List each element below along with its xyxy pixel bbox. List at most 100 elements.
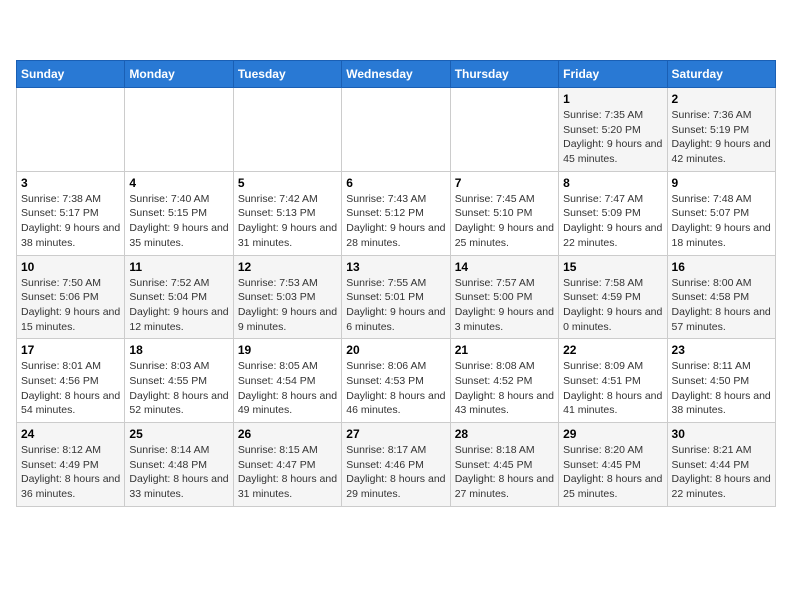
day-number: 12 — [238, 260, 337, 274]
day-number: 26 — [238, 427, 337, 441]
cell-w5-d6: 30 Sunrise: 8:21 AM Sunset: 4:44 PM Dayli… — [667, 423, 775, 507]
cell-w1-d0 — [17, 88, 125, 172]
cell-w4-d6: 23Sunrise: 8:11 AM Sunset: 4:50 PM Dayli… — [667, 339, 775, 423]
header-row: SundayMondayTuesdayWednesdayThursdayFrid… — [17, 61, 776, 88]
week-row-3: 10 Sunrise: 7:50 AM Sunset: 5:06 PM Dayli… — [17, 255, 776, 339]
day-number: 8 — [563, 176, 662, 190]
cell-w4-d2: 19 Sunrise: 8:05 AM Sunset: 4:54 PM Dayli… — [233, 339, 341, 423]
day-number: 6 — [346, 176, 445, 190]
cell-w1-d4 — [450, 88, 558, 172]
day-number: 16 — [672, 260, 771, 274]
cell-w3-d6: 16Sunrise: 8:00 AM Sunset: 4:58 PM Dayli… — [667, 255, 775, 339]
day-info: Sunrise: 8:21 AM Sunset: 4:44 PM Dayligh… — [672, 443, 771, 502]
day-number: 5 — [238, 176, 337, 190]
day-number: 20 — [346, 343, 445, 357]
day-info: Sunrise: 8:05 AM Sunset: 4:54 PM Dayligh… — [238, 359, 337, 418]
cell-w5-d2: 26 Sunrise: 8:15 AM Sunset: 4:47 PM Dayli… — [233, 423, 341, 507]
day-info: Sunrise: 7:48 AM Sunset: 5:07 PM Dayligh… — [672, 192, 771, 251]
header-friday: Friday — [559, 61, 667, 88]
day-info: Sunrise: 8:20 AM Sunset: 4:45 PM Dayligh… — [563, 443, 662, 502]
cell-w5-d1: 25 Sunrise: 8:14 AM Sunset: 4:48 PM Dayli… — [125, 423, 233, 507]
day-number: 2 — [672, 92, 771, 106]
day-info: Sunrise: 8:09 AM Sunset: 4:51 PM Dayligh… — [563, 359, 662, 418]
cell-w4-d3: 20 Sunrise: 8:06 AM Sunset: 4:53 PM Dayli… — [342, 339, 450, 423]
cell-w5-d0: 24 Sunrise: 8:12 AM Sunset: 4:49 PM Dayli… — [17, 423, 125, 507]
cell-w3-d2: 12 Sunrise: 7:53 AM Sunset: 5:03 PM Dayli… — [233, 255, 341, 339]
week-row-5: 24 Sunrise: 8:12 AM Sunset: 4:49 PM Dayli… — [17, 423, 776, 507]
day-number: 10 — [21, 260, 120, 274]
day-info: Sunrise: 8:06 AM Sunset: 4:53 PM Dayligh… — [346, 359, 445, 418]
day-number: 14 — [455, 260, 554, 274]
cell-w2-d6: 9 Sunrise: 7:48 AM Sunset: 5:07 PM Daylig… — [667, 171, 775, 255]
day-number: 25 — [129, 427, 228, 441]
day-number: 15 — [563, 260, 662, 274]
week-row-1: 1Sunrise: 7:35 AM Sunset: 5:20 PM Daylig… — [17, 88, 776, 172]
header-saturday: Saturday — [667, 61, 775, 88]
day-info: Sunrise: 7:57 AM Sunset: 5:00 PM Dayligh… — [455, 276, 554, 335]
cell-w1-d5: 1Sunrise: 7:35 AM Sunset: 5:20 PM Daylig… — [559, 88, 667, 172]
cell-w1-d3 — [342, 88, 450, 172]
day-info: Sunrise: 8:14 AM Sunset: 4:48 PM Dayligh… — [129, 443, 228, 502]
header-monday: Monday — [125, 61, 233, 88]
day-number: 3 — [21, 176, 120, 190]
day-info: Sunrise: 7:36 AM Sunset: 5:19 PM Dayligh… — [672, 108, 771, 167]
day-info: Sunrise: 7:43 AM Sunset: 5:12 PM Dayligh… — [346, 192, 445, 251]
week-row-4: 17Sunrise: 8:01 AM Sunset: 4:56 PM Dayli… — [17, 339, 776, 423]
header-thursday: Thursday — [450, 61, 558, 88]
cell-w1-d1 — [125, 88, 233, 172]
day-info: Sunrise: 8:12 AM Sunset: 4:49 PM Dayligh… — [21, 443, 120, 502]
day-number: 24 — [21, 427, 120, 441]
cell-w2-d2: 5 Sunrise: 7:42 AM Sunset: 5:13 PM Daylig… — [233, 171, 341, 255]
header-sunday: Sunday — [17, 61, 125, 88]
calendar-table: SundayMondayTuesdayWednesdayThursdayFrid… — [16, 60, 776, 507]
logo-icon — [16, 16, 52, 52]
day-number: 29 — [563, 427, 662, 441]
cell-w3-d0: 10 Sunrise: 7:50 AM Sunset: 5:06 PM Dayli… — [17, 255, 125, 339]
day-info: Sunrise: 7:35 AM Sunset: 5:20 PM Dayligh… — [563, 108, 662, 167]
day-info: Sunrise: 8:15 AM Sunset: 4:47 PM Dayligh… — [238, 443, 337, 502]
day-info: Sunrise: 8:17 AM Sunset: 4:46 PM Dayligh… — [346, 443, 445, 502]
day-number: 28 — [455, 427, 554, 441]
cell-w5-d5: 29 Sunrise: 8:20 AM Sunset: 4:45 PM Dayli… — [559, 423, 667, 507]
day-info: Sunrise: 7:55 AM Sunset: 5:01 PM Dayligh… — [346, 276, 445, 335]
day-number: 9 — [672, 176, 771, 190]
day-number: 13 — [346, 260, 445, 274]
cell-w5-d3: 27 Sunrise: 8:17 AM Sunset: 4:46 PM Dayli… — [342, 423, 450, 507]
cell-w2-d0: 3Sunrise: 7:38 AM Sunset: 5:17 PM Daylig… — [17, 171, 125, 255]
day-number: 7 — [455, 176, 554, 190]
day-number: 11 — [129, 260, 228, 274]
day-info: Sunrise: 7:42 AM Sunset: 5:13 PM Dayligh… — [238, 192, 337, 251]
cell-w2-d1: 4 Sunrise: 7:40 AM Sunset: 5:15 PM Daylig… — [125, 171, 233, 255]
calendar-body: 1Sunrise: 7:35 AM Sunset: 5:20 PM Daylig… — [17, 88, 776, 507]
cell-w2-d3: 6 Sunrise: 7:43 AM Sunset: 5:12 PM Daylig… — [342, 171, 450, 255]
day-number: 4 — [129, 176, 228, 190]
logo — [16, 16, 56, 52]
cell-w3-d4: 14 Sunrise: 7:57 AM Sunset: 5:00 PM Dayli… — [450, 255, 558, 339]
cell-w5-d4: 28 Sunrise: 8:18 AM Sunset: 4:45 PM Dayli… — [450, 423, 558, 507]
day-info: Sunrise: 7:50 AM Sunset: 5:06 PM Dayligh… — [21, 276, 120, 335]
day-info: Sunrise: 7:52 AM Sunset: 5:04 PM Dayligh… — [129, 276, 228, 335]
header-wednesday: Wednesday — [342, 61, 450, 88]
day-number: 19 — [238, 343, 337, 357]
day-number: 27 — [346, 427, 445, 441]
cell-w4-d5: 22 Sunrise: 8:09 AM Sunset: 4:51 PM Dayli… — [559, 339, 667, 423]
cell-w3-d3: 13 Sunrise: 7:55 AM Sunset: 5:01 PM Dayli… — [342, 255, 450, 339]
cell-w4-d0: 17Sunrise: 8:01 AM Sunset: 4:56 PM Dayli… — [17, 339, 125, 423]
day-info: Sunrise: 7:53 AM Sunset: 5:03 PM Dayligh… — [238, 276, 337, 335]
day-info: Sunrise: 8:01 AM Sunset: 4:56 PM Dayligh… — [21, 359, 120, 418]
cell-w4-d1: 18Sunrise: 8:03 AM Sunset: 4:55 PM Dayli… — [125, 339, 233, 423]
day-number: 21 — [455, 343, 554, 357]
cell-w3-d1: 11 Sunrise: 7:52 AM Sunset: 5:04 PM Dayli… — [125, 255, 233, 339]
week-row-2: 3Sunrise: 7:38 AM Sunset: 5:17 PM Daylig… — [17, 171, 776, 255]
day-number: 22 — [563, 343, 662, 357]
cell-w2-d4: 7Sunrise: 7:45 AM Sunset: 5:10 PM Daylig… — [450, 171, 558, 255]
cell-w3-d5: 15Sunrise: 7:58 AM Sunset: 4:59 PM Dayli… — [559, 255, 667, 339]
calendar-header: SundayMondayTuesdayWednesdayThursdayFrid… — [17, 61, 776, 88]
day-number: 18 — [129, 343, 228, 357]
cell-w1-d2 — [233, 88, 341, 172]
day-info: Sunrise: 7:40 AM Sunset: 5:15 PM Dayligh… — [129, 192, 228, 251]
day-number: 23 — [672, 343, 771, 357]
day-info: Sunrise: 8:18 AM Sunset: 4:45 PM Dayligh… — [455, 443, 554, 502]
day-info: Sunrise: 7:47 AM Sunset: 5:09 PM Dayligh… — [563, 192, 662, 251]
day-number: 30 — [672, 427, 771, 441]
